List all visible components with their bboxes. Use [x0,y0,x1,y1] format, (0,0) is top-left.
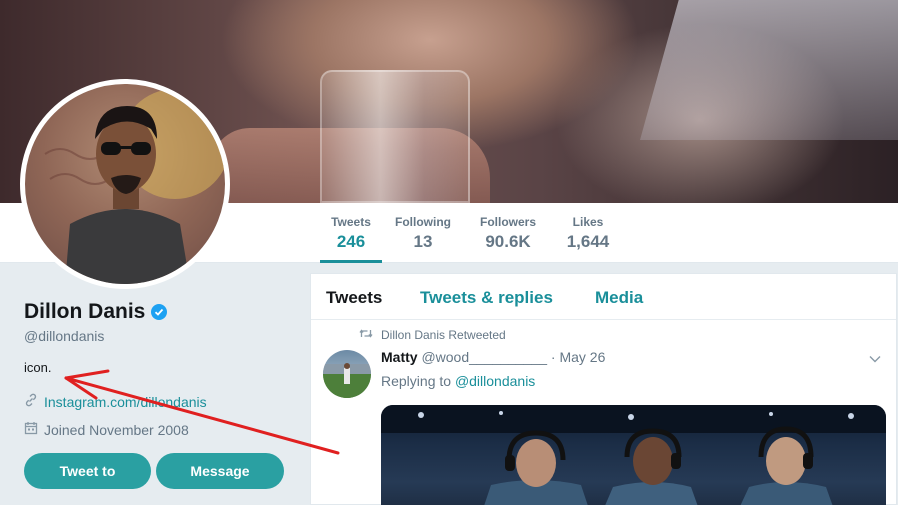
retweet-icon [359,328,373,342]
nav-followers[interactable]: Followers 90.6K [473,203,543,263]
chevron-down-icon[interactable] [869,350,881,368]
tweet-date[interactable]: · May 26 [551,349,605,365]
tweet-author-handle[interactable]: @wood__________ [421,349,547,365]
replying-to-prefix: Replying to [381,373,452,389]
retweet-context: Dillon Danis Retweeted [359,328,506,342]
profile-avatar[interactable] [20,79,230,289]
nav-likes[interactable]: Likes 1,644 [561,203,615,263]
nav-tweets-count: 246 [336,232,366,251]
tab-tweets-and-replies[interactable]: Tweets & replies [420,288,553,308]
profile-name[interactable]: Dillon Danis [24,300,168,324]
nav-likes-label: Likes [572,215,604,229]
replying-to: Replying to @dillondanis [381,373,535,389]
nav-following-count: 13 [413,232,433,251]
replying-to-link[interactable]: @dillondanis [455,373,535,389]
nav-likes-count: 1,644 [566,232,610,251]
tweet-avatar-illustration [323,363,371,398]
verified-badge-icon [151,304,168,320]
nav-followers-count: 90.6K [485,232,531,251]
profile-joined-text: Joined November 2008 [44,421,189,438]
profile-joined-row: Joined November 2008 [24,421,189,438]
profile-bio: icon. [24,360,52,375]
nav-tweets-label: Tweets [331,215,371,229]
tweet-media-illustration [381,405,886,505]
profile-website-link[interactable]: Instagram.com/dillondanis [44,394,207,410]
nav-followers-label: Followers [479,215,536,229]
tweet-media[interactable] [381,405,886,505]
nav-following[interactable]: Following 13 [392,203,454,263]
banner-background-detail [640,0,898,140]
calendar-icon [24,421,38,438]
profile-handle: @dillondanis [24,328,105,344]
profile-website-row: Instagram.com/dillondanis [24,393,207,410]
timeline-panel: Tweets Tweets & replies Media Dillon Dan… [310,273,897,505]
nav-tweets[interactable]: Tweets 246 [320,203,382,263]
link-icon [24,393,38,410]
banner-glass-detail [320,70,470,203]
timeline-tabs: Tweets Tweets & replies Media [311,274,896,320]
tweet-header: Matty @wood__________ · May 26 [381,349,605,365]
nav-following-label: Following [395,215,451,229]
avatar-illustration [44,89,225,284]
tweet-author-name[interactable]: Matty [381,349,418,365]
tweet-to-button[interactable]: Tweet to [24,453,151,489]
retweet-context-text: Dillon Danis Retweeted [381,328,506,342]
profile-name-text: Dillon Danis [24,300,146,323]
tab-media[interactable]: Media [595,288,643,308]
tweet-author-avatar[interactable] [323,350,371,398]
message-button[interactable]: Message [156,453,284,489]
tab-tweets[interactable]: Tweets [326,288,382,308]
